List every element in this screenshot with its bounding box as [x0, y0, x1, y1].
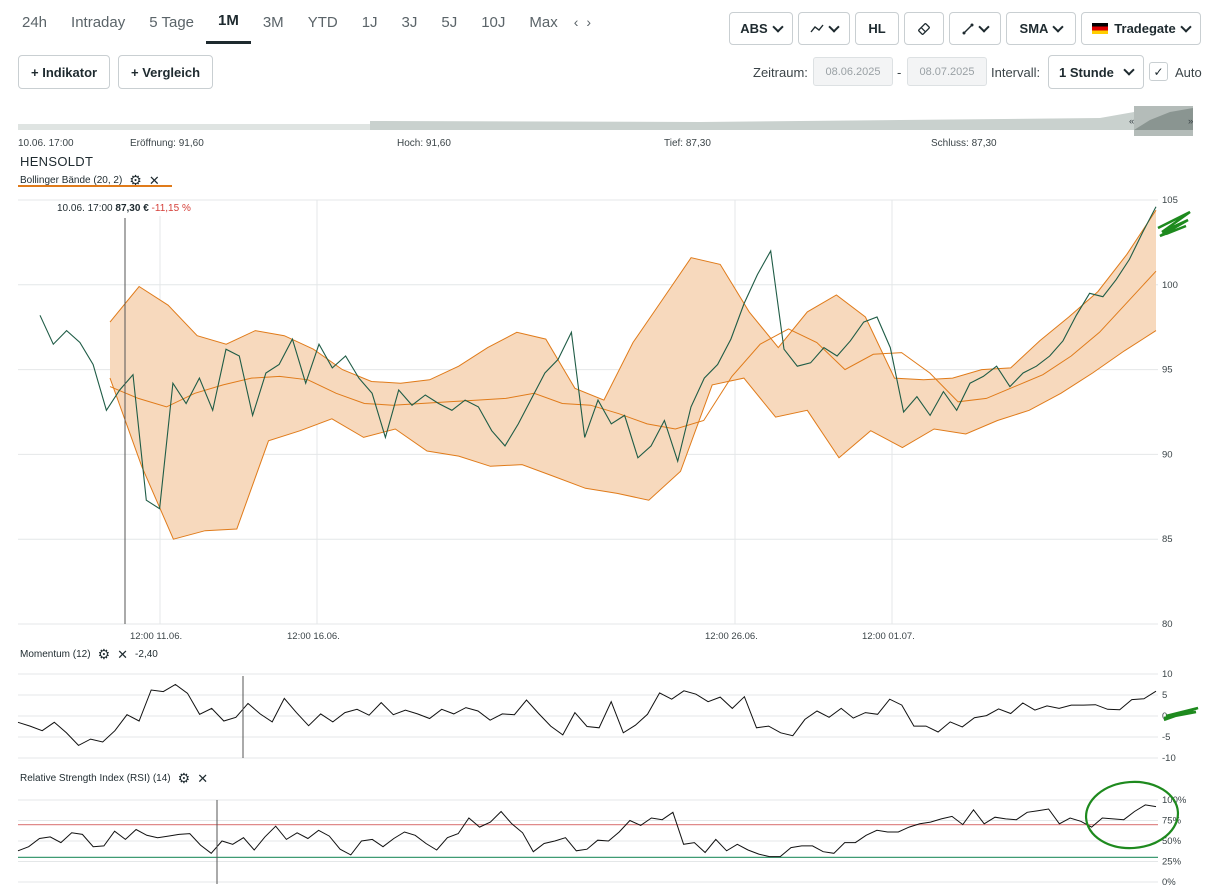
chart-canvas[interactable]: «»8085909510010512:00 11.06. 12:00 16.06.… — [0, 0, 1214, 886]
main-x-tick: 12:00 11.06. — [130, 631, 182, 642]
tooltip-time: 10.06. 17:00 — [57, 203, 113, 214]
rsi-line — [17, 804, 1157, 858]
rsi-y-tick: 0% — [1162, 877, 1176, 886]
main-y-tick: 90 — [1162, 449, 1173, 460]
bollinger-band-area — [110, 210, 1156, 540]
momentum-y-tick: -5 — [1162, 732, 1170, 743]
momentum-y-tick: -10 — [1162, 753, 1176, 764]
navigator-handle-right-icon: » — [1188, 116, 1193, 127]
main-x-tick: 12:00 26.06. — [705, 631, 758, 642]
rsi-y-tick: 25% — [1162, 857, 1182, 868]
crosshair-tooltip: 10.06. 17:00 87,30 € -11,15 % — [52, 201, 196, 216]
momentum-line — [17, 683, 1157, 747]
main-y-tick: 85 — [1162, 534, 1173, 545]
main-y-tick: 105 — [1162, 195, 1178, 206]
momentum-y-tick: 5 — [1162, 690, 1167, 701]
momentum-y-tick: 10 — [1162, 669, 1173, 680]
main-y-tick: 100 — [1162, 280, 1178, 291]
momentum-annotation-scribble — [1163, 706, 1199, 722]
main-y-tick: 80 — [1162, 619, 1173, 630]
main-x-tick: 12:00 16.06. — [287, 631, 340, 642]
main-x-tick: 12:00 01.07. — [862, 631, 915, 642]
tooltip-change: -11,15 % — [151, 203, 191, 214]
tooltip-price: 87,30 € — [115, 203, 149, 214]
main-y-tick: 95 — [1162, 365, 1173, 376]
annotation-scribble — [1157, 210, 1191, 238]
navigator-handle-left-icon: « — [1129, 116, 1134, 127]
navigator-area — [370, 112, 1134, 130]
